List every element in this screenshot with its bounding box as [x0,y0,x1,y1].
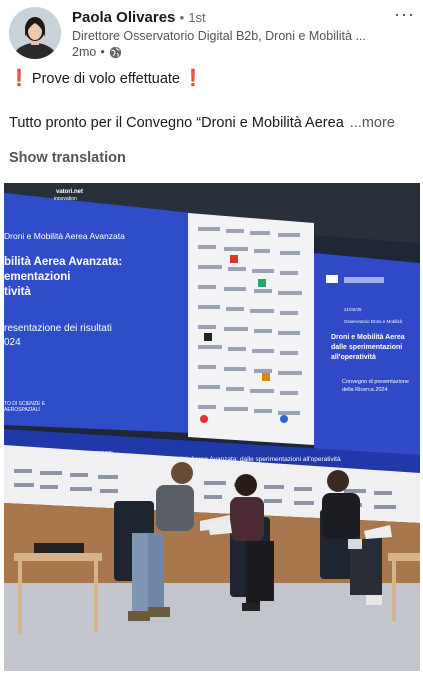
left-screen-title: bilità Aerea Avanzata: [4,256,122,268]
author-headline: Direttore Osservatorio Digital B2b, Dron… [72,29,366,43]
avatar[interactable] [9,7,61,59]
left-screen-line1: Droni e Mobilità Aerea Avanzata [4,231,125,241]
left-screen-sub2: 024 [4,337,21,348]
exclamation-icon: ❗ [9,70,29,87]
person-middle [235,474,257,496]
floor [4,583,420,671]
post-text-line2: Tutto pronto per il Convegno “Droni e Mo… [9,114,395,132]
show-translation-button[interactable]: Show translation [9,150,126,166]
post-time: 2mo [72,45,97,59]
right-screen-title3: all'operatività [331,354,376,361]
left-screen-foot2: AEROSPAZIALI [4,407,40,413]
left-screen-logo-sub: innovation [54,196,77,202]
meta-dot: • [100,45,105,59]
more-horizontal-icon[interactable]: ··· [394,4,415,25]
right-screen-title1: Droni e Mobilità Aerea [331,334,405,341]
post-text-line1: ❗ Prove di volo effettuate ❗ [9,70,203,88]
left-screen [4,193,192,433]
left-screen-sub1: resentazione dei risultati [4,323,112,334]
left-screen-title2: ementazioni [4,271,70,283]
see-more-link[interactable]: ...more [350,115,395,131]
right-screen-line1: Osservatorio Droni e Mobilità [344,319,403,324]
left-screen-title3: tività [4,286,31,298]
right-screen-sub1: Convegno di presentazione [342,379,409,385]
person-right [327,470,349,492]
post-text-body: Tutto pronto per il Convegno “Droni e Mo… [9,115,344,131]
globe-icon [109,46,122,59]
connection-degree: 1st [188,10,206,25]
right-screen-sub2: della Ricerca 2024 [342,387,388,393]
post-text-headline: Prove di volo effettuate [31,71,180,87]
author-name[interactable]: Paola Olivares [72,9,175,26]
exclamation-icon: ❗ [182,70,203,87]
connection-separator: • [179,10,185,25]
post-image[interactable]: vatori.net innovation Droni e Mobilità A… [4,183,420,671]
person-left [171,462,193,484]
author-name-line: Paola Olivares • 1st [72,8,392,27]
left-screen-logo: vatori.net [56,189,83,195]
right-screen-date: 21/02/25 [344,307,362,312]
author-block: Paola Olivares • 1st Direttore Osservato… [72,8,392,60]
right-screen-title2: dalle sperimentazioni [331,344,402,351]
feed-post: Paola Olivares • 1st Direttore Osservato… [0,0,423,674]
post-meta: 2mo • [72,44,392,60]
